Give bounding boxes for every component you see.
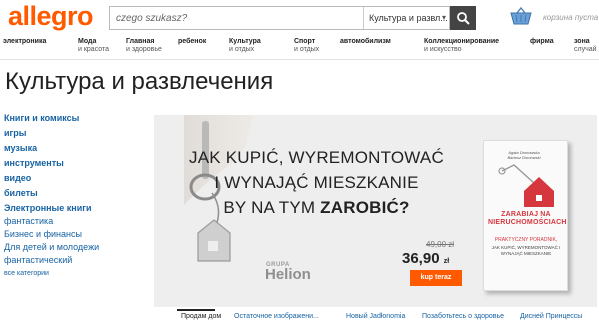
book-title: ZARABIAJ NA NIERUCHOMOŚCIACH [488, 211, 567, 226]
sidebar-item-games[interactable]: игры [4, 128, 26, 138]
sidebar-item-ebooks[interactable]: Электронные книги [4, 203, 92, 213]
book-cover[interactable]: Agata Domowska Bartosz Domowski ZARABIAJ… [483, 140, 568, 291]
sidebar-item-business-finance[interactable]: Бизнес и финансы [4, 229, 82, 239]
tab-take-care-health[interactable]: Позаботьтесь о здоровье [422, 313, 504, 320]
sidebar-item-all-categories[interactable]: все категории [4, 270, 49, 277]
nav-item-home-health[interactable]: Главная и здоровье [126, 38, 162, 53]
book-authors: Agata Domowska Bartosz Domowski [507, 150, 541, 160]
nav-item-culture[interactable]: Культура и отдых [229, 38, 261, 53]
tab-sell-house[interactable]: Продам дом [181, 313, 221, 320]
sidebar-item-tickets[interactable]: билеты [4, 188, 38, 198]
new-price: 36,90 zł [402, 250, 450, 267]
sidebar-item-fantasy[interactable]: фантастика [4, 216, 53, 226]
basket-icon [510, 6, 532, 25]
nav-item-collecting[interactable]: Коллекционирование и искусство [424, 38, 499, 53]
book-subtitle-detail: JAK KUPIĆ, WYREMONTOWAĆ I WYNAJĄĆ MIESZK… [491, 245, 561, 256]
nav-item-automotive[interactable]: автомобилизм [340, 38, 391, 46]
nav-item-sport[interactable]: Спорт и отдых [294, 38, 319, 53]
search-category-label: Культура и развл... [369, 13, 448, 23]
sidebar-item-books-comics[interactable]: Книги и комиксы [4, 113, 79, 123]
banner-headline: JAK KUPIĆ, WYREMONTOWAĆ I WYNAJĄĆ MIESZK… [189, 148, 444, 217]
nav-item-child[interactable]: ребенок [178, 38, 206, 46]
chevron-down-icon: ▾ [441, 13, 446, 22]
search-input[interactable] [116, 7, 356, 29]
house-keys-graphic [498, 164, 554, 207]
buy-now-button[interactable]: kup teraz [410, 270, 462, 286]
sidebar-item-instruments[interactable]: инструменты [4, 158, 64, 168]
sidebar-item-video[interactable]: видео [4, 173, 31, 183]
old-price: 49,00 zł [426, 240, 455, 249]
banner-tabs: Продам дом Остаточное изображени... Новы… [154, 309, 597, 329]
tab-residual-image[interactable]: Остаточное изображени... [234, 313, 319, 320]
active-tab-indicator [177, 309, 215, 311]
promo-banner[interactable]: JAK KUPIĆ, WYREMONTOWAĆ I WYNAJĄĆ MIESZK… [154, 115, 597, 307]
sidebar-item-music[interactable]: музыка [4, 143, 37, 153]
cart-button[interactable] [510, 6, 532, 30]
page-title: Культура и развлечения [5, 68, 274, 95]
search-button[interactable] [450, 6, 476, 30]
nav-item-zone[interactable]: зона случай [574, 38, 597, 53]
cart-status: корзина пуста [543, 13, 599, 22]
sidebar-item-fantastic[interactable]: фантастический [4, 255, 72, 265]
nav-item-business[interactable]: фирма [530, 38, 554, 46]
nav-item-electronics[interactable]: электроника [3, 38, 46, 46]
search-bar: Культура и развл... ▾ [109, 6, 450, 30]
allegro-logo[interactable]: allegro [8, 1, 94, 32]
tab-disney-princesses[interactable]: Дисней Принцессы [520, 313, 582, 320]
category-nav: электроника Мода и красота Главная и здоро… [0, 38, 599, 60]
search-icon [457, 12, 470, 25]
search-category-select[interactable]: Культура и развл... ▾ [363, 7, 450, 29]
sidebar-item-kids-youth[interactable]: Для детей и молодежи [4, 242, 99, 252]
nav-item-fashion[interactable]: Мода и красота [78, 38, 109, 53]
tab-new-jadlonomia[interactable]: Новый Jadłonomia [346, 313, 405, 320]
book-subtitle: PRAKTYCZNY PORADNIK, [494, 237, 558, 243]
